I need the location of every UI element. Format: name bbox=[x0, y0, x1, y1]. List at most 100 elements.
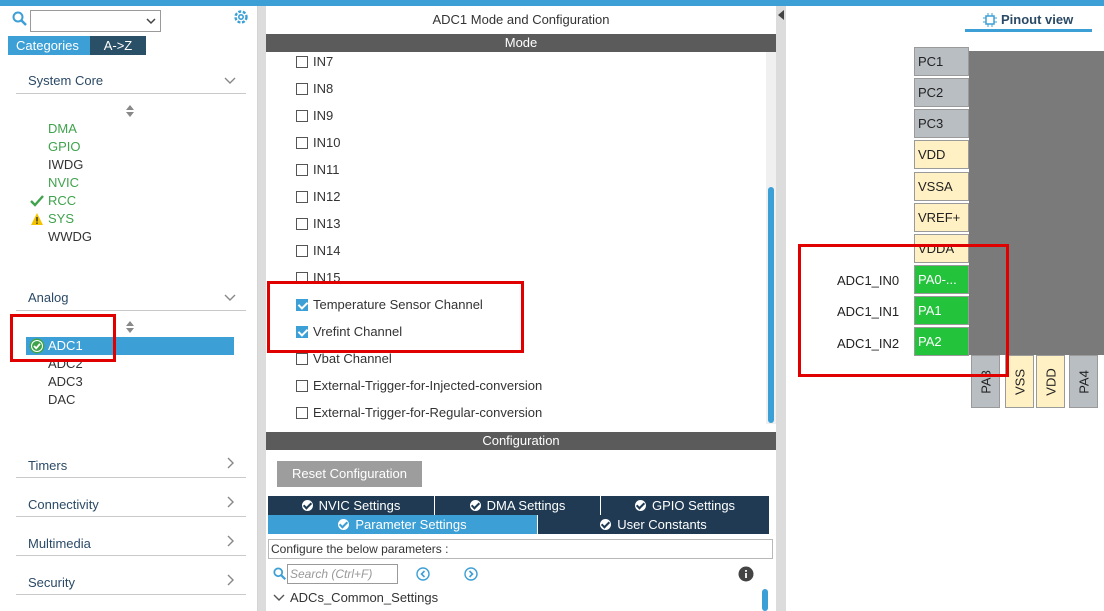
group-header-analog[interactable]: Analog bbox=[16, 285, 246, 311]
tab-nvic-settings[interactable]: NVIC Settings bbox=[268, 496, 435, 515]
pin-pa3[interactable]: PA3 bbox=[971, 355, 1000, 408]
collapse-left-icon[interactable] bbox=[777, 10, 785, 20]
pin-pa0[interactable]: PA0-... bbox=[914, 265, 969, 294]
category-timers[interactable]: Timers bbox=[16, 444, 246, 478]
mode-checkbox[interactable] bbox=[296, 56, 308, 68]
tab-a-to-z[interactable]: A->Z bbox=[90, 36, 146, 55]
mode-checkbox[interactable] bbox=[296, 110, 308, 122]
chip-icon bbox=[983, 13, 997, 27]
pin-pa1[interactable]: PA1 bbox=[914, 296, 969, 325]
chevron-down-icon[interactable] bbox=[273, 593, 285, 603]
pin-pc2[interactable]: PC2 bbox=[914, 78, 969, 107]
mode-checkbox[interactable] bbox=[296, 299, 308, 311]
group-header-system-core[interactable]: System Core bbox=[16, 68, 246, 94]
mode-checkbox[interactable] bbox=[296, 245, 308, 257]
chevron-down-icon[interactable] bbox=[146, 16, 156, 26]
mode-checkbox-label: External-Trigger-for-Regular-conversion bbox=[313, 405, 543, 420]
configuration-section-header[interactable]: Configuration bbox=[266, 432, 776, 450]
pin-vdd-bottom-label: VDD bbox=[1043, 367, 1058, 396]
category-security[interactable]: Security bbox=[16, 561, 246, 595]
tab-gpio-settings[interactable]: GPIO Settings bbox=[601, 496, 770, 515]
search-icon[interactable] bbox=[12, 11, 28, 27]
category-multimedia[interactable]: Multimedia bbox=[16, 522, 246, 556]
previous-icon[interactable] bbox=[416, 567, 430, 581]
category-search-row bbox=[10, 10, 260, 32]
check-circle-icon bbox=[29, 338, 45, 354]
group-adcs-common-settings[interactable]: ADCs_Common_Settings bbox=[290, 590, 438, 605]
list-item-gpio[interactable]: GPIO bbox=[48, 138, 81, 156]
list-item-rcc[interactable]: RCC bbox=[30, 192, 76, 210]
chevron-right-icon[interactable] bbox=[226, 457, 234, 469]
tab-user-constants[interactable]: User Constants bbox=[538, 515, 770, 534]
list-item-dma[interactable]: DMA bbox=[48, 120, 77, 138]
mode-scrollbar[interactable] bbox=[766, 52, 776, 424]
pin-pc3[interactable]: PC3 bbox=[914, 109, 969, 138]
tab-dma-settings-label: DMA Settings bbox=[486, 498, 566, 513]
mode-checkbox[interactable] bbox=[296, 218, 308, 230]
mcu-chip-body[interactable] bbox=[969, 51, 1104, 355]
mode-checkbox[interactable] bbox=[296, 164, 308, 176]
gear-icon[interactable] bbox=[232, 8, 250, 26]
mode-checkbox[interactable] bbox=[296, 353, 308, 365]
mode-checkbox[interactable] bbox=[296, 407, 308, 419]
check-circle-icon bbox=[338, 519, 350, 530]
mode-checkbox-label: IN14 bbox=[313, 243, 341, 258]
pin-vdd-bottom[interactable]: VDD bbox=[1036, 355, 1065, 408]
tab-categories[interactable]: Categories bbox=[8, 36, 90, 55]
mode-checkbox-label: IN7 bbox=[313, 54, 334, 69]
category-connectivity[interactable]: Connectivity bbox=[16, 483, 246, 517]
sort-icon[interactable] bbox=[126, 105, 134, 117]
chevron-right-icon[interactable] bbox=[226, 496, 234, 508]
pin-vssa[interactable]: VSSA bbox=[914, 172, 969, 201]
mode-checkbox-label: IN8 bbox=[313, 81, 334, 96]
parameter-scrollbar-thumb[interactable] bbox=[762, 589, 768, 611]
mode-section-header[interactable]: Mode bbox=[266, 34, 776, 52]
reset-configuration-button[interactable]: Reset Configuration bbox=[277, 461, 422, 487]
search-icon[interactable] bbox=[273, 567, 287, 581]
parameter-search-input[interactable]: Search (Ctrl+F) bbox=[287, 564, 398, 584]
mode-checkbox[interactable] bbox=[296, 83, 308, 95]
mode-checkbox[interactable] bbox=[296, 380, 308, 392]
chevron-right-icon[interactable] bbox=[226, 574, 234, 586]
tab-dma-settings[interactable]: DMA Settings bbox=[435, 496, 601, 515]
category-search-combo[interactable] bbox=[30, 10, 161, 32]
list-item-nvic[interactable]: NVIC bbox=[48, 174, 79, 192]
list-item-adc2[interactable]: ADC2 bbox=[48, 355, 83, 373]
pin-pa4-label: PA4 bbox=[1076, 369, 1091, 394]
mode-checkbox[interactable] bbox=[296, 191, 308, 203]
list-item-adc3[interactable]: ADC3 bbox=[48, 373, 83, 391]
list-item-dac[interactable]: DAC bbox=[48, 391, 75, 409]
pin-pa2[interactable]: PA2 bbox=[914, 327, 969, 356]
mode-scrollbar-thumb[interactable] bbox=[768, 187, 774, 423]
mode-checkbox[interactable] bbox=[296, 137, 308, 149]
sort-icon[interactable] bbox=[126, 321, 134, 333]
pin-vdda[interactable]: VDDA bbox=[914, 234, 969, 263]
chevron-down-icon[interactable] bbox=[224, 293, 236, 303]
pin-vref[interactable]: VREF+ bbox=[914, 203, 969, 232]
chevron-right-icon[interactable] bbox=[226, 535, 234, 547]
config-tabs-row1: NVIC Settings DMA Settings GPIO Settings bbox=[268, 496, 770, 515]
checkmark-icon bbox=[30, 195, 44, 207]
mode-checkbox[interactable] bbox=[296, 272, 308, 284]
pin-pa4[interactable]: PA4 bbox=[1069, 355, 1098, 408]
chevron-down-icon[interactable] bbox=[224, 76, 236, 86]
pin-vss[interactable]: VSS bbox=[1005, 355, 1034, 408]
tab-parameter-settings[interactable]: Parameter Settings bbox=[268, 515, 538, 534]
mode-checkbox-label: IN15 bbox=[313, 270, 341, 285]
pin-vdd[interactable]: VDD bbox=[914, 140, 969, 169]
signal-label-adc1-in2: ADC1_IN2 bbox=[837, 336, 900, 351]
list-item-sys[interactable]: SYS bbox=[31, 210, 74, 228]
right-splitter[interactable] bbox=[776, 6, 786, 611]
list-item-iwdg[interactable]: IWDG bbox=[48, 156, 83, 174]
list-item-wwdg[interactable]: WWDG bbox=[48, 228, 92, 246]
info-icon[interactable] bbox=[738, 566, 754, 582]
pin-pc1[interactable]: PC1 bbox=[914, 47, 969, 76]
next-icon[interactable] bbox=[464, 567, 478, 581]
list-item-adc1[interactable]: ADC1 bbox=[26, 337, 234, 355]
mode-checkbox[interactable] bbox=[296, 326, 308, 338]
left-splitter[interactable] bbox=[258, 6, 266, 611]
mode-checkbox-label: IN9 bbox=[313, 108, 334, 123]
category-multimedia-label: Multimedia bbox=[28, 536, 91, 551]
tab-pinout-view[interactable]: Pinout view bbox=[965, 10, 1092, 32]
group-title-system-core: System Core bbox=[28, 73, 104, 88]
